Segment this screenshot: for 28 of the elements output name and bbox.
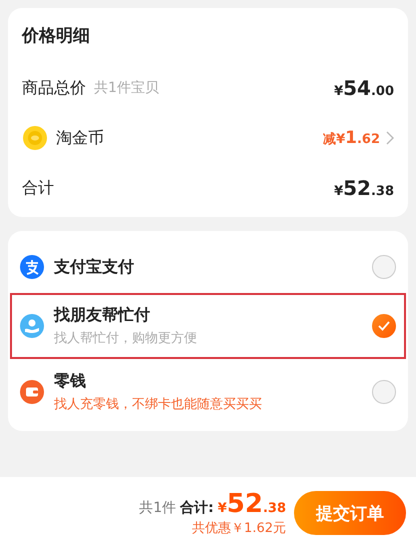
saving-text: 共优惠￥1.62元 [192, 520, 286, 537]
item-count: 共1件宝贝 [94, 79, 159, 97]
price-amount: ¥54.00 [334, 76, 394, 100]
discount-amount: 减¥1.62 [323, 128, 380, 148]
coin-icon [22, 125, 48, 151]
payment-method-name: 找朋友帮忙付 [54, 305, 151, 326]
payment-hint: 找人充零钱，不绑卡也能随意买买买 [54, 396, 263, 413]
item-count: 共1件 [139, 499, 176, 517]
row-label: 商品总价 [22, 78, 86, 98]
payment-option[interactable]: 零钱 找人充零钱，不绑卡也能随意买买买 [10, 359, 406, 425]
alipay-icon [20, 255, 44, 279]
total-label: 合计: [180, 499, 214, 517]
radio-button[interactable] [372, 380, 396, 404]
chevron-right-icon[interactable] [386, 131, 394, 145]
payment-hint: 找人帮忙付，购物更方便 [54, 330, 198, 347]
row-label: 淘金币 [56, 128, 104, 148]
payment-method-name: 零钱 [54, 371, 87, 392]
total-amount: ¥52.38 [218, 489, 286, 519]
wallet-icon [20, 380, 44, 404]
radio-button[interactable] [372, 314, 396, 338]
highlighted-payment-option[interactable]: 找朋友帮忙付 找人帮忙付，购物更方便 [10, 293, 406, 359]
section-title: 价格明细 [22, 25, 91, 48]
radio-button[interactable] [372, 255, 396, 279]
payment-method-name: 支付宝支付 [54, 256, 135, 278]
row-label: 合计 [22, 178, 54, 198]
price-amount: ¥52.38 [334, 176, 394, 200]
check-icon [378, 321, 390, 331]
payment-option[interactable]: 支付宝支付 [10, 241, 406, 293]
